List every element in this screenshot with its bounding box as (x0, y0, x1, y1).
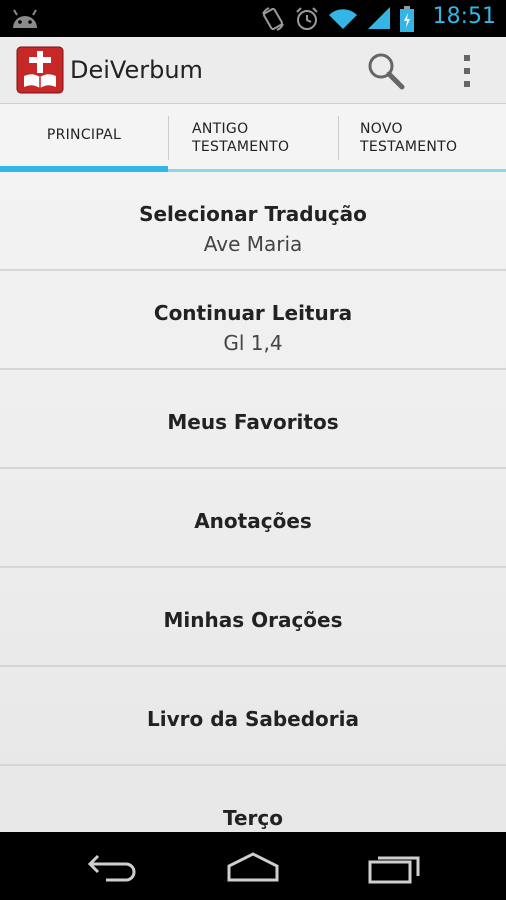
tab-bar: PRINCIPAL ANTIGO TESTAMENTO NOVO TESTAME… (0, 104, 506, 172)
menu-item-title: Meus Favoritos (167, 410, 339, 434)
menu-item-terco[interactable]: Terço (0, 766, 506, 832)
menu-item-anotacoes[interactable]: Anotações (0, 469, 506, 568)
menu-item-title: Continuar Leitura (153, 301, 353, 325)
signal-icon (368, 7, 390, 29)
main-menu-list: Selecionar Tradução Ave Maria Continuar … (0, 172, 506, 832)
battery-icon (400, 6, 414, 32)
tab-label: NOVO TESTAMENTO (360, 121, 458, 155)
status-bar: 18:51 (0, 0, 506, 37)
recent-apps-icon[interactable] (366, 848, 426, 884)
tab-novo-testamento[interactable]: NOVO TESTAMENTO (338, 104, 506, 172)
tab-label: PRINCIPAL (46, 127, 122, 143)
menu-item-continuar-leitura[interactable]: Continuar Leitura Gl 1,4 (0, 271, 506, 370)
overflow-menu-icon[interactable] (452, 51, 482, 91)
tab-antigo-testamento[interactable]: ANTIGO TESTAMENTO (168, 104, 338, 172)
tab-principal[interactable]: PRINCIPAL (0, 104, 168, 172)
rotate-icon (262, 7, 284, 31)
wifi-icon (329, 9, 357, 29)
action-bar: DeiVerbum (0, 37, 506, 104)
menu-item-minhas-oracoes[interactable]: Minhas Orações (0, 568, 506, 667)
menu-item-subtitle: Ave Maria (203, 232, 303, 256)
menu-item-livro-da-sabedoria[interactable]: Livro da Sabedoria (0, 667, 506, 766)
android-icon (13, 9, 37, 28)
home-icon[interactable] (223, 848, 283, 884)
tab-label: ANTIGO TESTAMENTO (192, 121, 290, 155)
back-icon[interactable] (84, 848, 144, 884)
alarm-icon (296, 7, 318, 30)
menu-item-title: Livro da Sabedoria (146, 707, 360, 731)
bible-cross-icon[interactable] (16, 46, 64, 94)
menu-item-selecionar-traducao[interactable]: Selecionar Tradução Ave Maria (0, 172, 506, 271)
menu-item-title: Terço (222, 806, 283, 830)
menu-item-title: Minhas Orações (163, 608, 343, 632)
app-title: DeiVerbum (70, 56, 203, 84)
menu-item-title: Selecionar Tradução (139, 202, 367, 226)
menu-item-title: Anotações (194, 509, 312, 533)
clock: 18:51 (432, 4, 496, 29)
navigation-bar (0, 832, 506, 900)
menu-item-subtitle: Gl 1,4 (223, 331, 283, 355)
search-icon[interactable] (364, 49, 408, 93)
menu-item-meus-favoritos[interactable]: Meus Favoritos (0, 370, 506, 469)
